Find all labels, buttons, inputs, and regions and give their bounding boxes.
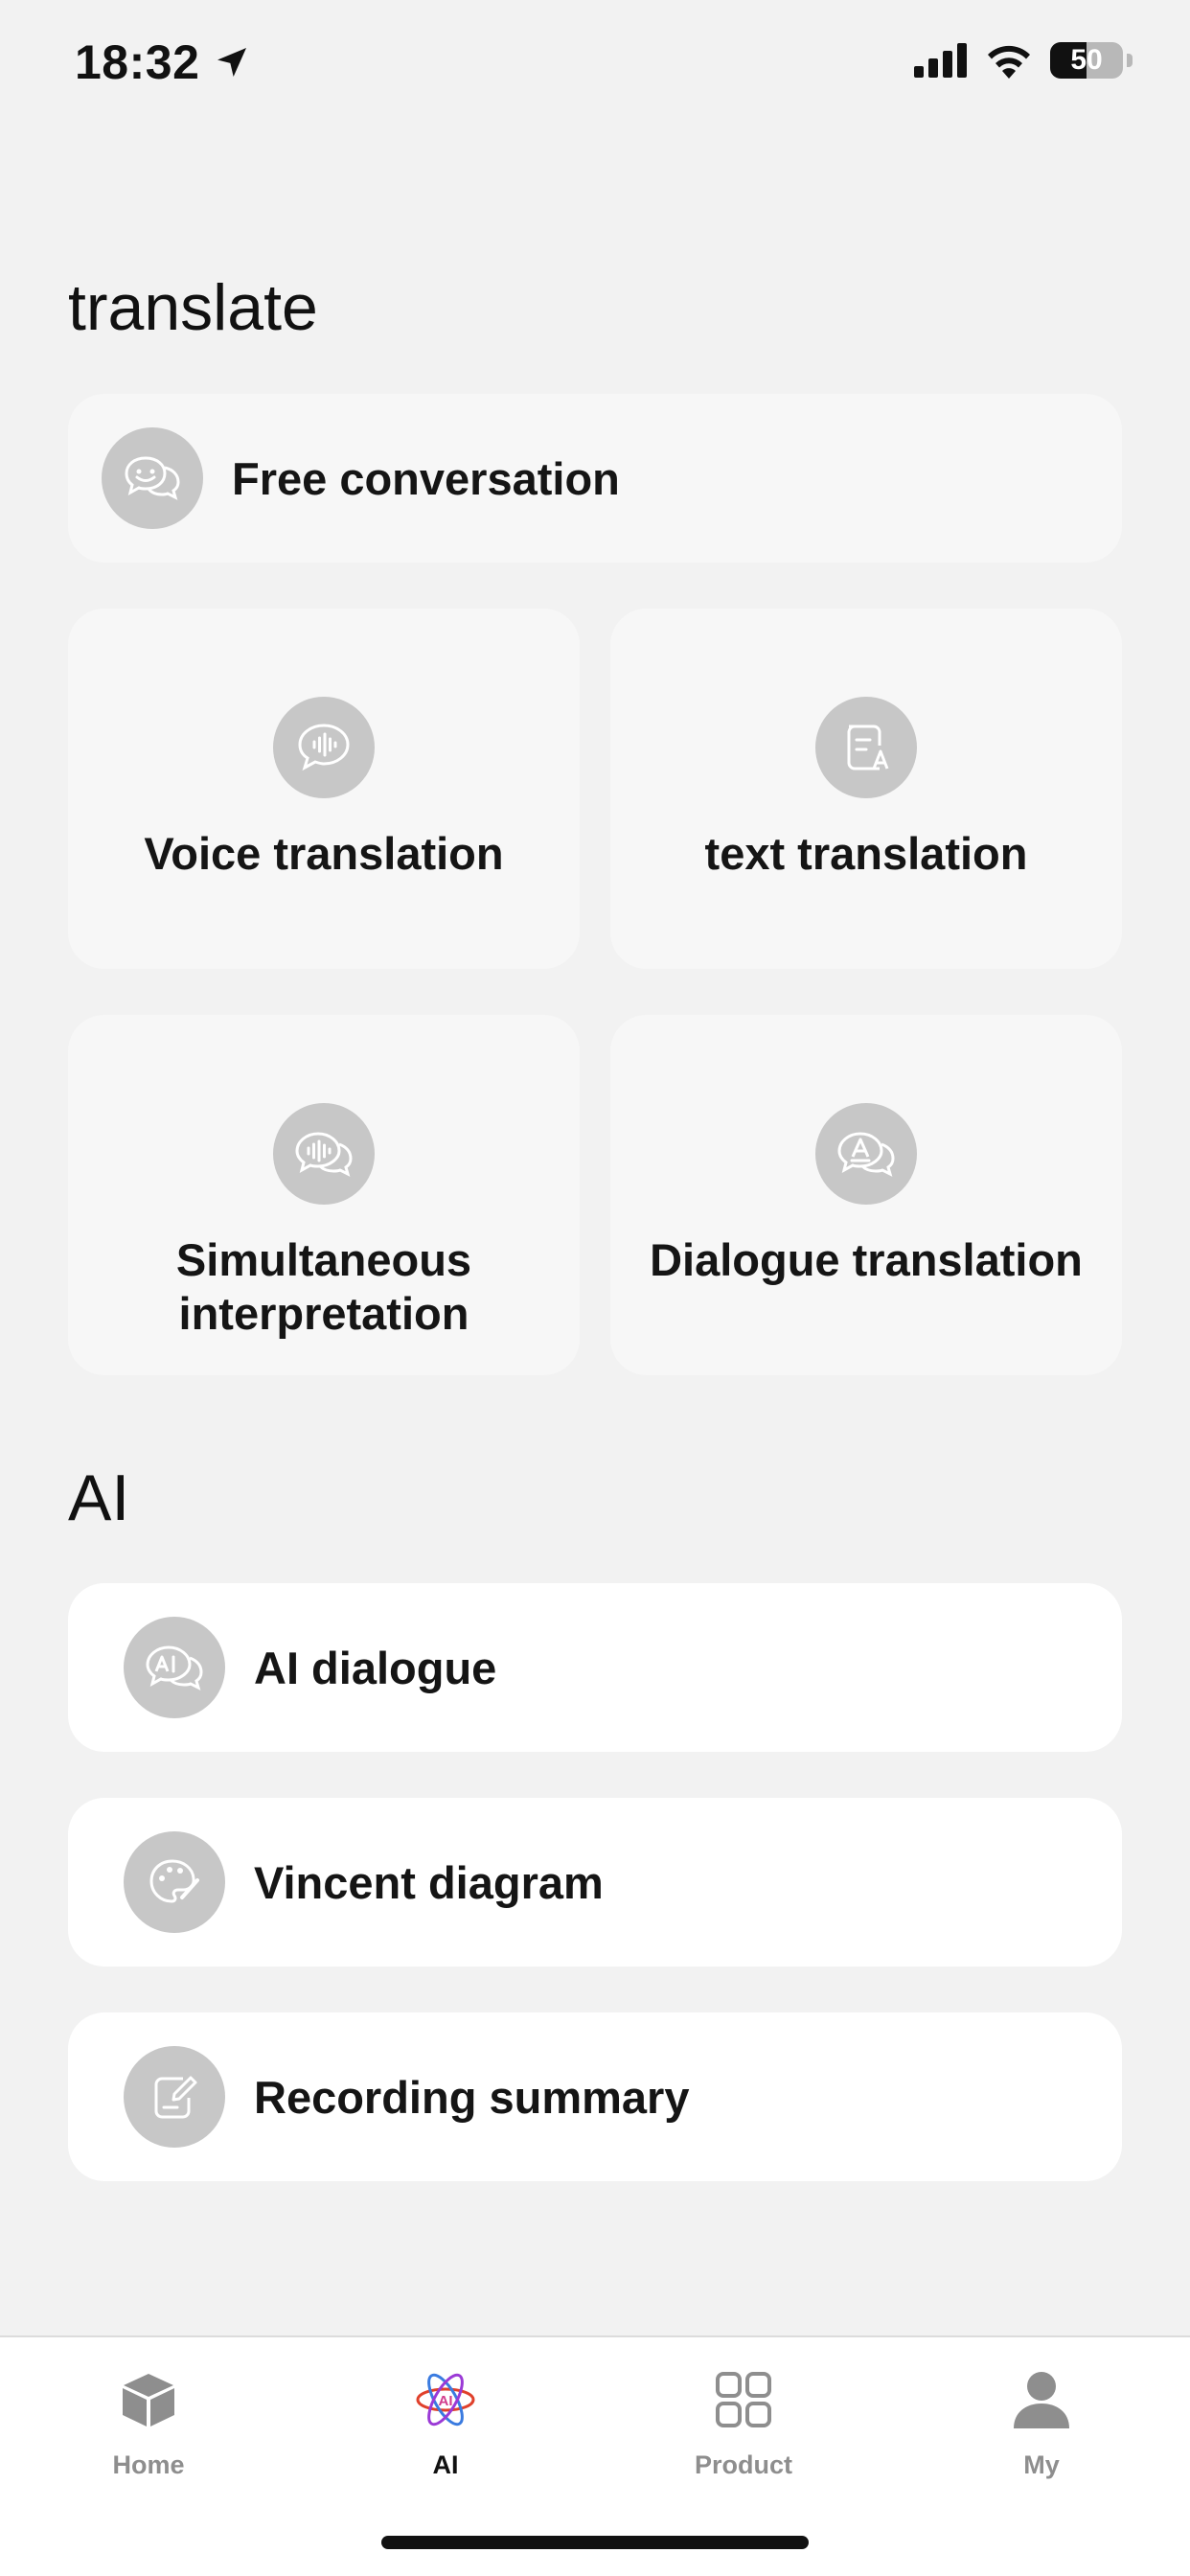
tab-product-label: Product (694, 2450, 792, 2479)
recording-summary-label: Recording summary (254, 2071, 690, 2123)
palette-icon (124, 1831, 225, 1933)
signal-icon (914, 43, 967, 78)
dialogue-translation-card[interactable]: Dialogue translation (610, 1015, 1122, 1375)
tab-my-label: My (1023, 2450, 1060, 2479)
text-translation-card[interactable]: text translation (610, 609, 1122, 969)
tab-home[interactable]: Home (53, 2366, 244, 2480)
simultaneous-interpretation-card[interactable]: Simultaneous interpretation (68, 1015, 580, 1375)
tab-ai-label: AI (432, 2450, 459, 2479)
box-icon (115, 2366, 182, 2433)
tab-home-label: Home (112, 2450, 185, 2479)
voice-bubble-icon (273, 697, 375, 798)
ai-atom-icon: AI (412, 2366, 479, 2433)
vincent-diagram-card[interactable]: Vincent diagram (68, 1798, 1122, 1966)
tab-ai[interactable]: AI AI (350, 2366, 541, 2480)
tab-my[interactable]: My (946, 2366, 1137, 2480)
battery-tip (1127, 54, 1133, 67)
edit-document-icon (124, 2046, 225, 2148)
status-bar: 18:32 50 (0, 0, 1190, 126)
dialogue-translation-label: Dialogue translation (650, 1234, 1083, 1285)
voice-translation-label: Voice translation (144, 828, 504, 879)
free-conversation-card[interactable]: Free conversation (68, 394, 1122, 563)
status-time: 18:32 (75, 34, 251, 90)
ai-chat-icon (124, 1617, 225, 1718)
text-translation-label: text translation (704, 828, 1028, 879)
svg-text:AI: AI (439, 2393, 453, 2409)
battery-percent: 50 (1070, 44, 1103, 76)
grid-icon (710, 2366, 777, 2433)
location-arrow-icon (217, 48, 247, 77)
free-conversation-label: Free conversation (232, 452, 620, 504)
section-title-translate: translate (68, 271, 318, 344)
recording-summary-card[interactable]: Recording summary (68, 2012, 1122, 2181)
chat-smile-icon (102, 427, 203, 529)
person-icon (1008, 2366, 1075, 2433)
simultaneous-interpretation-label: Simultaneous interpretation (175, 1234, 472, 1339)
vincent-diagram-label: Vincent diagram (254, 1856, 604, 1908)
double-voice-bubble-icon (273, 1103, 375, 1205)
translate-bubble-icon (815, 1103, 917, 1205)
section-title-ai: AI (68, 1461, 130, 1534)
voice-translation-card[interactable]: Voice translation (68, 609, 580, 969)
wifi-icon (988, 45, 1030, 79)
battery-icon: 50 (1050, 42, 1123, 79)
ai-dialogue-label: AI dialogue (254, 1642, 497, 1693)
document-translate-icon (815, 697, 917, 798)
status-time-text: 18:32 (75, 35, 200, 89)
home-indicator[interactable] (381, 2536, 809, 2549)
ai-dialogue-card[interactable]: AI dialogue (68, 1583, 1122, 1752)
status-icons: 50 (914, 42, 1133, 79)
tab-product[interactable]: Product (648, 2366, 839, 2480)
